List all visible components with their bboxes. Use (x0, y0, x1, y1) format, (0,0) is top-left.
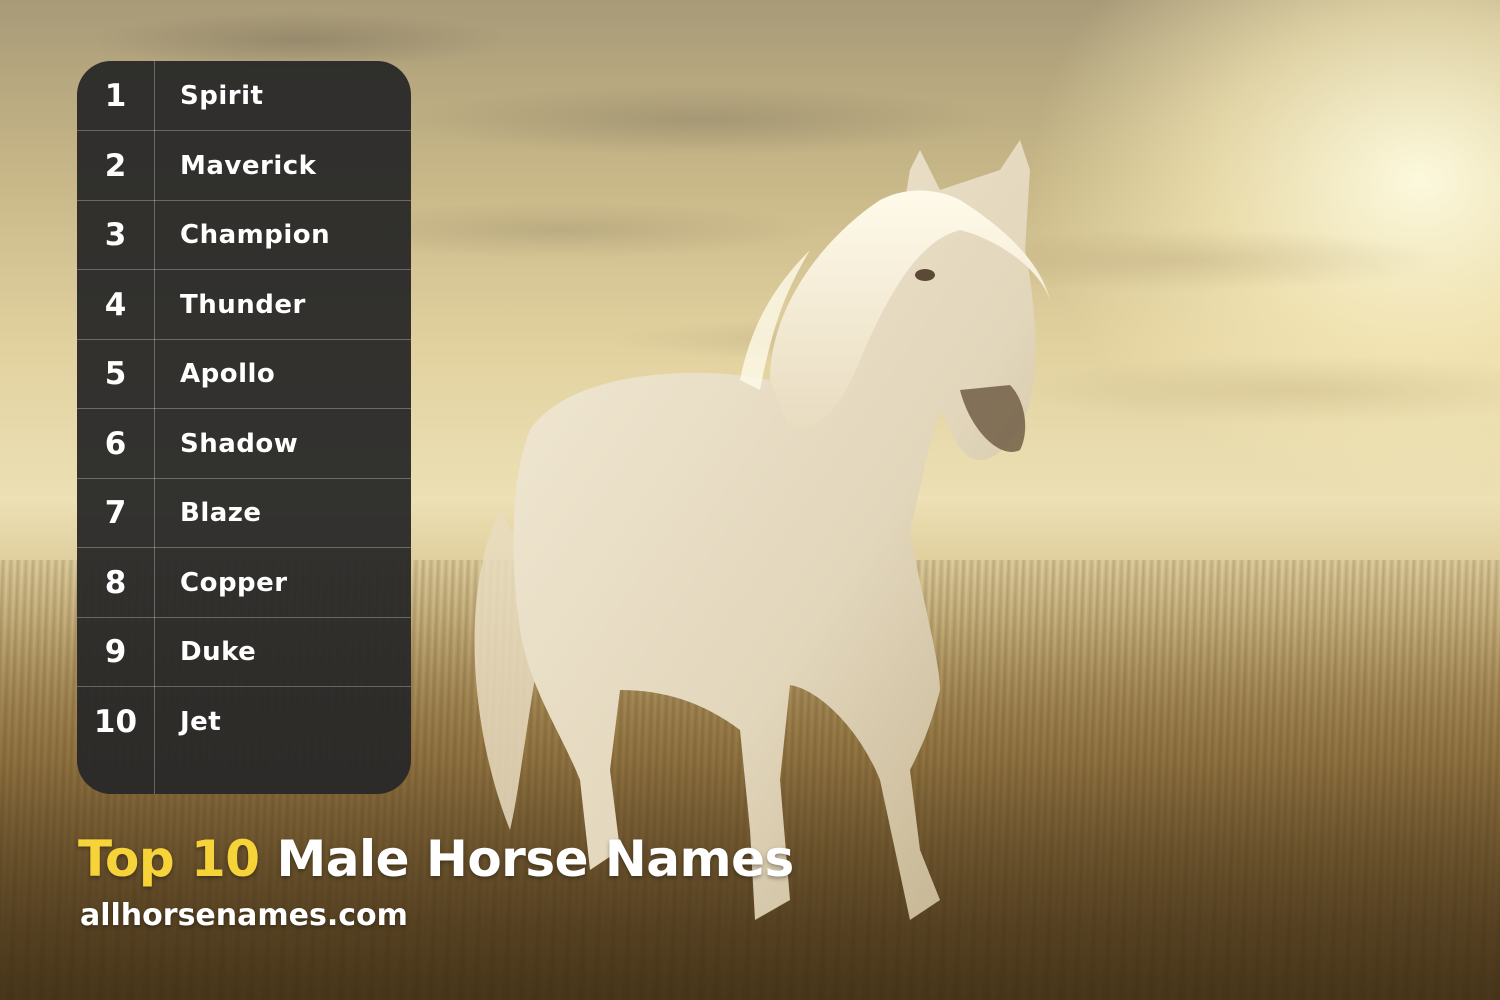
rank-number: 8 (104, 564, 127, 601)
horse-name: Jet (180, 706, 222, 737)
rank-number: 9 (104, 633, 127, 670)
rank-number: 5 (104, 355, 127, 392)
list-item: 4 Thunder (77, 270, 411, 340)
horse-name: Maverick (180, 150, 317, 181)
rank-number: 7 (104, 494, 127, 531)
horse-name: Thunder (180, 289, 306, 320)
top-names-list: 1 Spirit 2 Maverick 3 Champion 4 Thunder… (77, 61, 411, 794)
website-url: allhorsenames.com (80, 898, 408, 933)
list-item: 10 Jet (77, 687, 411, 756)
horse-name: Apollo (180, 358, 276, 389)
rank-number: 4 (104, 286, 127, 323)
title-accent: Top 10 (78, 830, 260, 888)
list-item: 8 Copper (77, 548, 411, 618)
rank-number: 2 (104, 147, 127, 184)
rank-number: 3 (104, 216, 127, 253)
rank-number: 10 (93, 703, 138, 740)
list-item: 1 Spirit (77, 61, 411, 131)
list-item: 9 Duke (77, 617, 411, 687)
list-item: 6 Shadow (77, 409, 411, 479)
list-item: 3 Champion (77, 200, 411, 270)
horse-name: Shadow (180, 428, 299, 459)
horse-name: Blaze (180, 497, 262, 528)
rank-number: 1 (104, 77, 127, 114)
list-item: 5 Apollo (77, 339, 411, 409)
rank-number: 6 (104, 425, 127, 462)
horse-name: Spirit (180, 80, 264, 111)
horse-name: Champion (180, 219, 331, 250)
list-item: 2 Maverick (77, 131, 411, 201)
list-item: 7 Blaze (77, 478, 411, 548)
horse-name: Copper (180, 567, 288, 598)
title-rest: Male Horse Names (276, 830, 795, 888)
page-title: Top 10 Male Horse Names (78, 830, 794, 888)
horse-name: Duke (180, 636, 257, 667)
